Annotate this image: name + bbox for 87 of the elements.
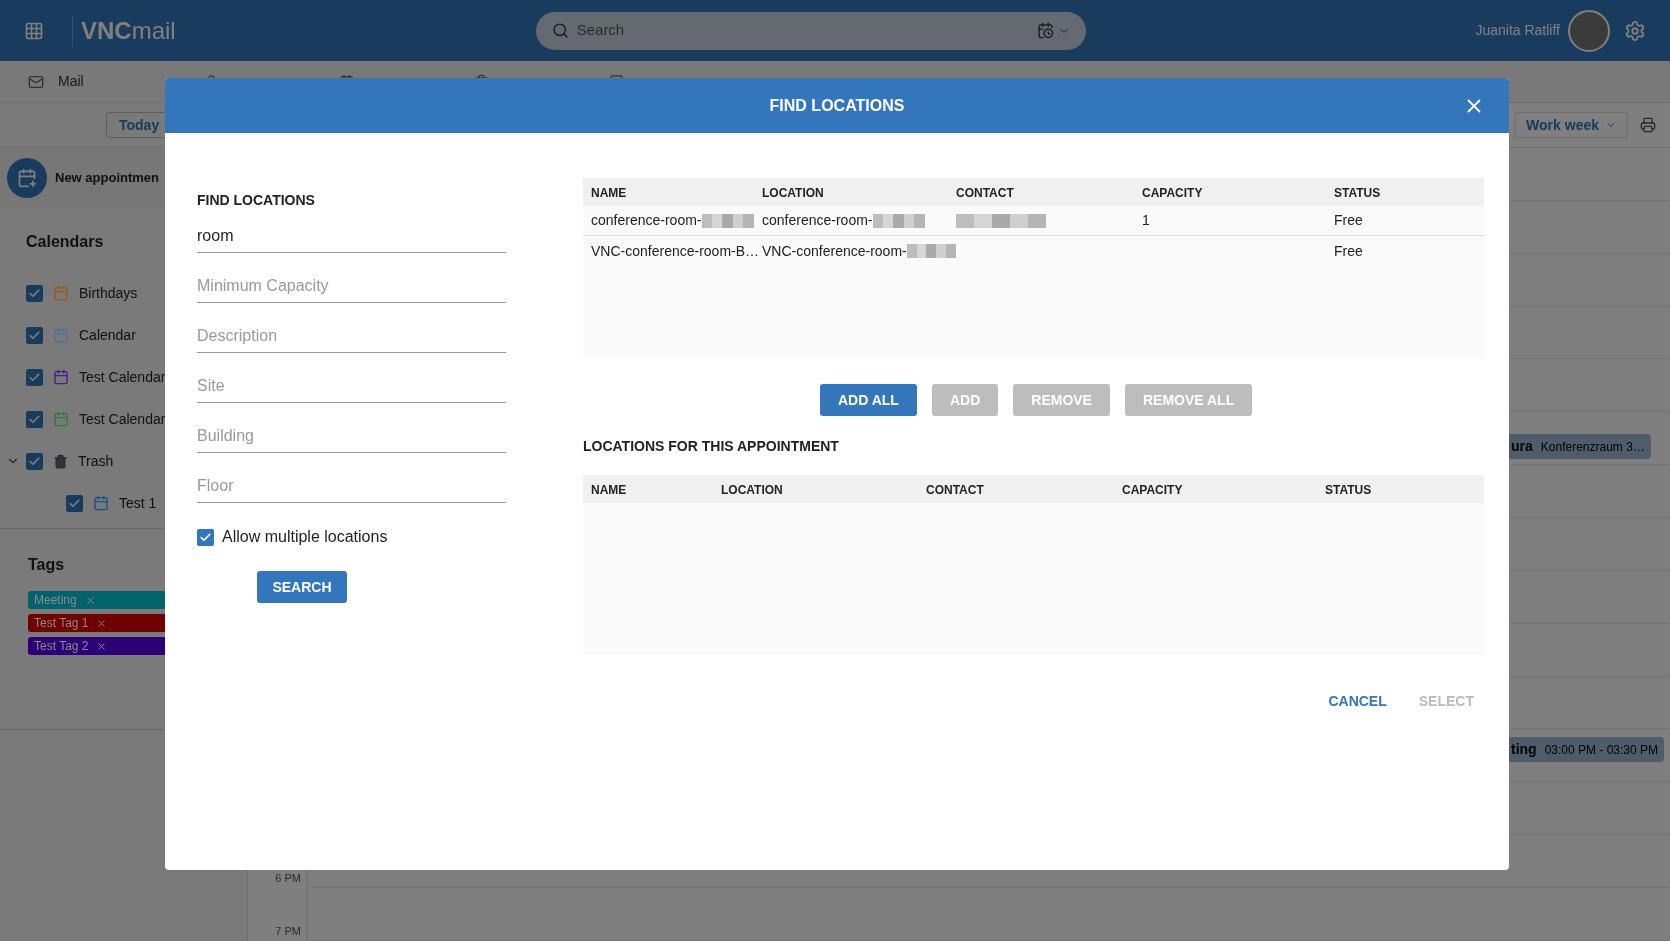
search-button[interactable]: SEARCH — [257, 571, 347, 603]
check-icon — [199, 530, 212, 544]
text-field[interactable]: Site — [197, 369, 506, 403]
trash-icon — [53, 453, 68, 469]
column-header: NAME — [591, 186, 627, 200]
check-icon — [28, 328, 41, 342]
column-header: STATUS — [1334, 186, 1381, 200]
new-appointment-button[interactable] — [7, 158, 47, 198]
user-name: Juanita Ratliff — [1475, 21, 1560, 40]
text-field[interactable]: Description — [197, 319, 506, 353]
column-header: LOCATION — [762, 186, 824, 200]
calendar-name[interactable]: Test Calendar — [79, 408, 166, 430]
check-icon — [28, 412, 41, 426]
search-input[interactable]: Search — [576, 19, 1037, 42]
check-icon — [68, 496, 81, 510]
checkbox[interactable] — [197, 528, 214, 546]
remove-icon[interactable] — [96, 617, 108, 629]
time-label: 7 PM — [275, 923, 301, 939]
settings-icon[interactable] — [1624, 19, 1646, 42]
section-heading: Calendars — [26, 232, 104, 252]
check-icon — [28, 454, 41, 468]
nav-tab[interactable]: Mail — [28, 71, 84, 92]
calendar-name[interactable]: Calendar — [79, 324, 136, 346]
column-header: CONTACT — [956, 186, 1014, 200]
new-appointment-label[interactable]: New appointmen — [55, 168, 159, 188]
form-heading: FIND LOCATIONS — [197, 191, 316, 210]
checkbox[interactable] — [26, 410, 43, 428]
tag-label: Test Tag 2 — [34, 638, 89, 655]
action-button[interactable]: ADD ALL — [820, 384, 917, 416]
calendar-plus-icon — [17, 168, 37, 188]
checkbox[interactable] — [26, 284, 43, 302]
text-field[interactable]: room — [197, 219, 506, 253]
mail-icon — [28, 73, 44, 90]
checkbox-label[interactable]: Allow multiple locations — [222, 525, 388, 549]
checkbox[interactable] — [26, 368, 43, 386]
column-header: STATUS — [1325, 483, 1372, 497]
event-block[interactable]: ura Konferenzraum 3… — [1509, 434, 1651, 459]
column-header: CAPACITY — [1122, 483, 1183, 497]
column-header: CONTACT — [926, 483, 984, 497]
calendar-name[interactable]: Test 1 — [119, 492, 157, 514]
dialog-title: FIND LOCATIONS — [769, 95, 905, 116]
event-detail: Konferenzraum 3… — [1540, 438, 1645, 456]
event-detail: 03:00 PM - 03:30 PM — [1544, 741, 1659, 759]
tag-label: Meeting — [34, 592, 77, 609]
event-block[interactable]: ting 03:00 PM - 03:30 PM — [1509, 737, 1665, 762]
result-row[interactable]: VNC-conference-room-B… VNC-conference-room- Free — [583, 236, 1484, 266]
text-field[interactable]: Building — [197, 419, 506, 453]
table-cell: Free — [1334, 212, 1363, 228]
table-cell-text: conference-room- — [762, 211, 873, 230]
column-header: LOCATION — [721, 483, 783, 497]
table-cell-text: VNC-conference-room- — [762, 241, 907, 261]
text-field[interactable]: Floor — [197, 469, 506, 503]
section-heading: Tags — [28, 555, 65, 575]
column-header: NAME — [591, 483, 627, 497]
view-select[interactable]: Work week — [1515, 112, 1628, 138]
table-cell: 1 — [1142, 212, 1150, 228]
print-icon[interactable] — [1640, 117, 1656, 133]
table-cell-text: conference-room- — [591, 211, 702, 230]
avatar[interactable] — [1568, 9, 1610, 52]
search-field[interactable]: Search — [535, 11, 1086, 50]
tag-chip[interactable]: Test Tag 1 — [28, 614, 165, 632]
calendar-name[interactable]: Test Calendar — [79, 366, 166, 388]
check-icon — [28, 370, 41, 384]
time-label: 6 PM — [275, 871, 301, 886]
calendar-icon[interactable] — [1036, 22, 1054, 39]
calendar-name[interactable]: Trash — [78, 450, 114, 472]
event-title: ura — [1511, 437, 1533, 456]
section-heading: LOCATIONS FOR THIS APPOINTMENT — [583, 437, 840, 456]
calendar-name[interactable]: Birthdays — [79, 282, 138, 304]
tag-chip[interactable]: Test Tag 2 — [28, 637, 165, 655]
footer-button[interactable]: CANCEL — [1328, 691, 1387, 712]
remove-icon[interactable] — [84, 594, 96, 606]
checkbox[interactable] — [26, 326, 43, 344]
search-icon — [551, 22, 569, 39]
app-logo: VNCmail — [81, 15, 176, 46]
tag-label: Test Tag 1 — [34, 615, 89, 632]
apps-icon[interactable] — [24, 20, 44, 41]
event-title: ting — [1511, 740, 1537, 759]
check-icon — [28, 286, 41, 300]
table-cell-text: VNC-conference-room-B… — [591, 241, 760, 261]
table-cell: Free — [1334, 242, 1363, 259]
column-header: CAPACITY — [1142, 186, 1203, 200]
text-field[interactable]: Minimum Capacity — [197, 269, 506, 303]
checkbox[interactable] — [66, 494, 83, 512]
remove-icon[interactable] — [96, 640, 108, 652]
result-row[interactable]: conference-room- conference-room- 1 Free — [583, 206, 1484, 236]
checkbox[interactable] — [26, 452, 43, 470]
